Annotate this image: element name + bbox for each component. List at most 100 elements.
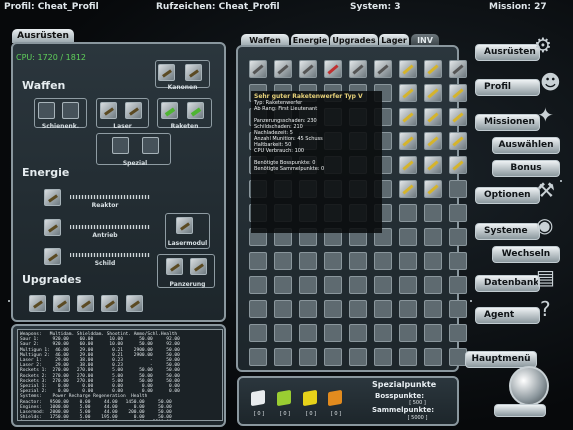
raketen-slot-2[interactable] [187,102,204,119]
inventory-slot[interactable] [249,348,267,366]
inventory-slot[interactable] [324,348,342,366]
inventory-slot[interactable] [424,180,442,198]
inventory-slot[interactable] [399,276,417,294]
upgrade-slot-3[interactable] [77,295,94,312]
inventory-slot[interactable] [324,324,342,342]
inventory-slot[interactable] [449,276,467,294]
inventory-slot[interactable] [424,108,442,126]
inventory-slot[interactable] [374,276,392,294]
inventory-slot[interactable] [274,300,292,318]
inventory-slot[interactable] [299,60,317,78]
inventory-slot[interactable] [449,60,467,78]
inventory-slot[interactable] [399,324,417,342]
partial-bottom-button[interactable] [494,404,546,417]
inventory-slot[interactable] [399,252,417,270]
upgrade-slot-4[interactable] [101,295,118,312]
lasermodul-slot[interactable] [176,217,193,234]
inventory-slot[interactable] [424,204,442,222]
inventory-slot[interactable] [449,252,467,270]
inventory-slot[interactable] [274,276,292,294]
schienenk-slot-1[interactable] [38,102,55,119]
profil-button[interactable]: Profil [475,79,540,96]
inventory-slot[interactable] [449,84,467,102]
missionen-button[interactable]: Missionen [475,114,540,131]
inventory-slot[interactable] [424,324,442,342]
inventory-slot[interactable] [424,252,442,270]
inventory-slot[interactable] [299,324,317,342]
inventory-slot[interactable] [449,300,467,318]
inventory-slot[interactable] [299,252,317,270]
inventory-slot[interactable] [349,324,367,342]
inventory-slot[interactable] [424,300,442,318]
inventory-slot[interactable] [399,204,417,222]
bonus-button[interactable]: Bonus [492,160,560,177]
inventory-slot[interactable] [374,300,392,318]
inventory-slot[interactable] [324,300,342,318]
laser-slot-2[interactable] [125,102,142,119]
upgrade-slot-1[interactable] [29,295,46,312]
inventory-slot[interactable] [424,276,442,294]
panzerung-slot-2[interactable] [190,258,207,275]
inventory-slot[interactable] [249,324,267,342]
inventory-slot[interactable] [349,276,367,294]
inventory-slot[interactable] [449,108,467,126]
kanonen-slot-1[interactable] [158,64,175,81]
inventory-slot[interactable] [349,252,367,270]
inventory-slot[interactable] [399,228,417,246]
schienenk-slot-2[interactable] [62,102,79,119]
inventory-slot[interactable] [399,108,417,126]
inventory-slot[interactable] [449,228,467,246]
inventory-slot[interactable] [449,204,467,222]
datenbank-button[interactable]: Datenbank [475,275,540,292]
inventory-slot[interactable] [374,324,392,342]
inventory-slot[interactable] [299,348,317,366]
laser-slot-1[interactable] [100,102,117,119]
inventory-slot[interactable] [449,324,467,342]
raketen-slot-1[interactable] [161,102,178,119]
inventory-slot[interactable] [399,156,417,174]
inventory-slot[interactable] [374,252,392,270]
inventory-slot[interactable] [449,132,467,150]
inventory-slot[interactable] [424,156,442,174]
inventory-slot[interactable] [249,60,267,78]
inventory-slot[interactable] [399,300,417,318]
inventory-slot[interactable] [299,300,317,318]
inventory-slot[interactable] [324,60,342,78]
inventory-slot[interactable] [399,60,417,78]
reaktor-slot[interactable] [44,189,61,206]
schild-slot[interactable] [44,248,61,265]
spezial-slot-2[interactable] [142,137,159,154]
wechseln-button[interactable]: Wechseln [492,246,560,263]
inventory-slot[interactable] [274,60,292,78]
inventory-slot[interactable] [274,252,292,270]
inventory-slot[interactable] [399,180,417,198]
inventory-slot[interactable] [424,84,442,102]
inventory-slot[interactable] [349,348,367,366]
inventory-slot[interactable] [399,348,417,366]
inventory-slot[interactable] [324,252,342,270]
spezial-slot-1[interactable] [112,137,129,154]
antrieb-slot[interactable] [44,219,61,236]
tab-ausruesten[interactable]: Ausrüsten [12,29,74,43]
ausruesten-button[interactable]: Ausrüsten [475,44,540,61]
upgrade-slot-5[interactable] [126,295,143,312]
inventory-slot[interactable] [249,300,267,318]
inventory-slot[interactable] [424,348,442,366]
panzerung-slot-1[interactable] [166,258,183,275]
inventory-slot[interactable] [424,132,442,150]
inventory-slot[interactable] [449,180,467,198]
inventory-slot[interactable] [449,156,467,174]
inventory-slot[interactable] [424,228,442,246]
inventory-slot[interactable] [349,300,367,318]
auswaehlen-button[interactable]: Auswählen [492,137,560,154]
inventory-slot[interactable] [324,276,342,294]
inventory-slot[interactable] [399,132,417,150]
inventory-slot[interactable] [424,60,442,78]
upgrade-slot-2[interactable] [53,295,70,312]
inventory-slot[interactable] [299,276,317,294]
inventory-slot[interactable] [274,348,292,366]
inventory-slot[interactable] [374,60,392,78]
systeme-button[interactable]: Systeme [475,223,540,240]
kanonen-slot-2[interactable] [185,64,202,81]
inventory-slot[interactable] [249,252,267,270]
